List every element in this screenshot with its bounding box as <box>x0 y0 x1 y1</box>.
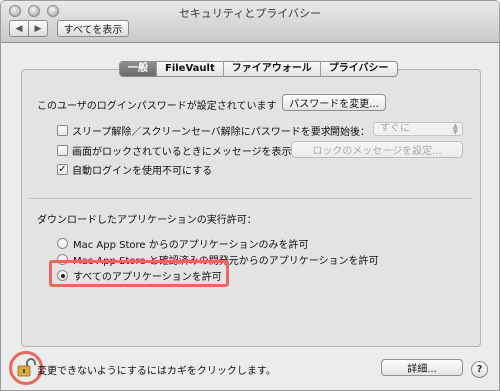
lock-message-row[interactable]: 画面がロックされているときにメッセージを表示 <box>57 143 292 158</box>
radio-label: Mac App Store からのアプリケーションのみを許可 <box>73 240 309 251</box>
forward-button[interactable]: ▶ <box>28 20 48 37</box>
back-button[interactable]: ◀ <box>9 20 29 37</box>
set-lock-message-button[interactable]: ロックのメッセージを設定... <box>291 141 463 158</box>
unlocked-padlock-icon <box>17 358 36 377</box>
window-title: セキュリティとプライバシー <box>178 7 322 20</box>
require-password-row[interactable]: スリープ解除／スクリーンセーバ解除にパスワードを要求 <box>57 123 331 138</box>
tab-privacy[interactable]: プライバシー <box>319 62 397 76</box>
password-status-text: このユーザのログインパスワードが設定されています <box>37 101 277 112</box>
start-after-label: 開始後： <box>330 127 370 138</box>
title-bar: セキュリティとプライバシー ◀ ▶ すべてを表示 <box>1 1 499 43</box>
radio-button[interactable] <box>57 238 68 249</box>
radio-app-store-only[interactable]: Mac App Store からのアプリケーションのみを許可 <box>57 236 309 251</box>
select-arrows-icon: ▲ ▼ <box>452 122 458 136</box>
show-all-button[interactable]: すべてを表示 <box>57 20 129 37</box>
disable-autologin-row[interactable]: ✓ 自動ログインを使用不可にする <box>57 162 212 177</box>
security-privacy-window: セキュリティとプライバシー ◀ ▶ すべてを表示 一般 FileVault ファ… <box>0 0 500 391</box>
help-button[interactable]: ? <box>471 361 488 378</box>
advanced-button[interactable]: 詳細... <box>381 359 463 376</box>
download-heading: ダウンロードしたアプリケーションの実行許可： <box>37 215 257 226</box>
tab-bar: 一般 FileVault ファイアウォール プライバシー <box>119 61 398 77</box>
require-password-label: スリープ解除／スクリーンセーバ解除にパスワードを要求 <box>72 127 331 138</box>
section-divider <box>29 198 473 199</box>
disable-autologin-label: 自動ログインを使用不可にする <box>72 166 213 177</box>
tab-filevault[interactable]: FileVault <box>156 62 223 76</box>
lock-message-checkbox[interactable] <box>57 145 68 156</box>
disable-autologin-checkbox[interactable]: ✓ <box>57 164 68 175</box>
radio-label: すべてのアプリケーションを許可 <box>73 272 222 283</box>
download-heading-row: ダウンロードしたアプリケーションの実行許可： <box>37 211 257 226</box>
tab-general[interactable]: 一般 <box>120 62 156 76</box>
radio-button-selected[interactable] <box>57 270 68 281</box>
question-mark-icon: ? <box>476 364 483 375</box>
lock-message-label: 画面がロックされているときにメッセージを表示 <box>72 147 292 158</box>
start-after-value: すぐに <box>380 123 410 134</box>
radio-anywhere[interactable]: すべてのアプリケーションを許可 <box>57 268 222 283</box>
change-password-button[interactable]: パスワードを変更... <box>282 94 386 111</box>
lock-hint-text: 変更できないようにするにはカギをクリックします。 <box>37 366 276 377</box>
tab-firewall[interactable]: ファイアウォール <box>222 62 320 76</box>
require-password-checkbox[interactable] <box>57 125 68 136</box>
password-status-row: このユーザのログインパスワードが設定されています <box>37 97 277 112</box>
start-after-select[interactable]: すぐに ▲ ▼ <box>373 122 463 136</box>
start-after-row: 開始後： <box>330 123 370 138</box>
